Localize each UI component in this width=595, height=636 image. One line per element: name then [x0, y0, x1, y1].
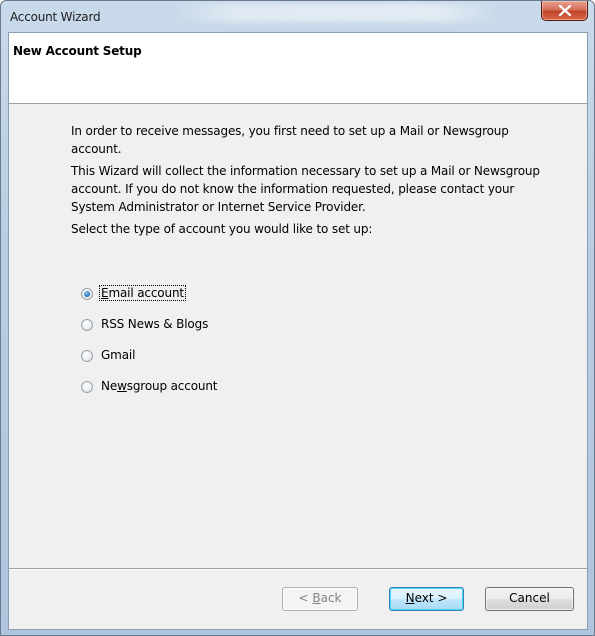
- close-x-icon: [558, 5, 572, 16]
- radio-label-gmail[interactable]: Gmail: [100, 348, 136, 362]
- radio-label-newsgroup-account[interactable]: Newsgroup account: [100, 379, 218, 393]
- account-type-prompt: Select the type of account you would lik…: [71, 222, 373, 236]
- radio-unselected-icon[interactable]: [81, 350, 93, 362]
- next-button[interactable]: Next >: [389, 587, 464, 611]
- info-paragraph: This Wizard will collect the information…: [71, 164, 540, 214]
- radio-unselected-icon[interactable]: [81, 381, 93, 393]
- cancel-button[interactable]: Cancel: [485, 587, 574, 611]
- wizard-page: New Account Setup In order to receive me…: [8, 32, 588, 630]
- wizard-header: New Account Setup: [9, 33, 587, 104]
- radio-selected-icon[interactable]: [81, 288, 93, 300]
- radio-unselected-icon[interactable]: [81, 319, 93, 331]
- close-button[interactable]: [541, 1, 588, 21]
- title-bar[interactable]: Account Wizard: [1, 1, 594, 33]
- account-wizard-window: Account Wizard New Account Setup In orde…: [0, 0, 595, 636]
- intro-paragraph: In order to receive messages, you first …: [71, 124, 509, 156]
- radio-label-rss-news-blogs[interactable]: RSS News & Blogs: [100, 317, 209, 331]
- title-bar-glass-reflection: [171, 4, 501, 22]
- back-button[interactable]: < Back: [282, 587, 358, 611]
- page-title: New Account Setup: [13, 44, 142, 58]
- radio-label-email-account[interactable]: Email account: [99, 285, 186, 301]
- wizard-description: In order to receive messages, you first …: [71, 122, 551, 242]
- button-bar-separator: [9, 568, 587, 570]
- window-title: Account Wizard: [10, 10, 101, 24]
